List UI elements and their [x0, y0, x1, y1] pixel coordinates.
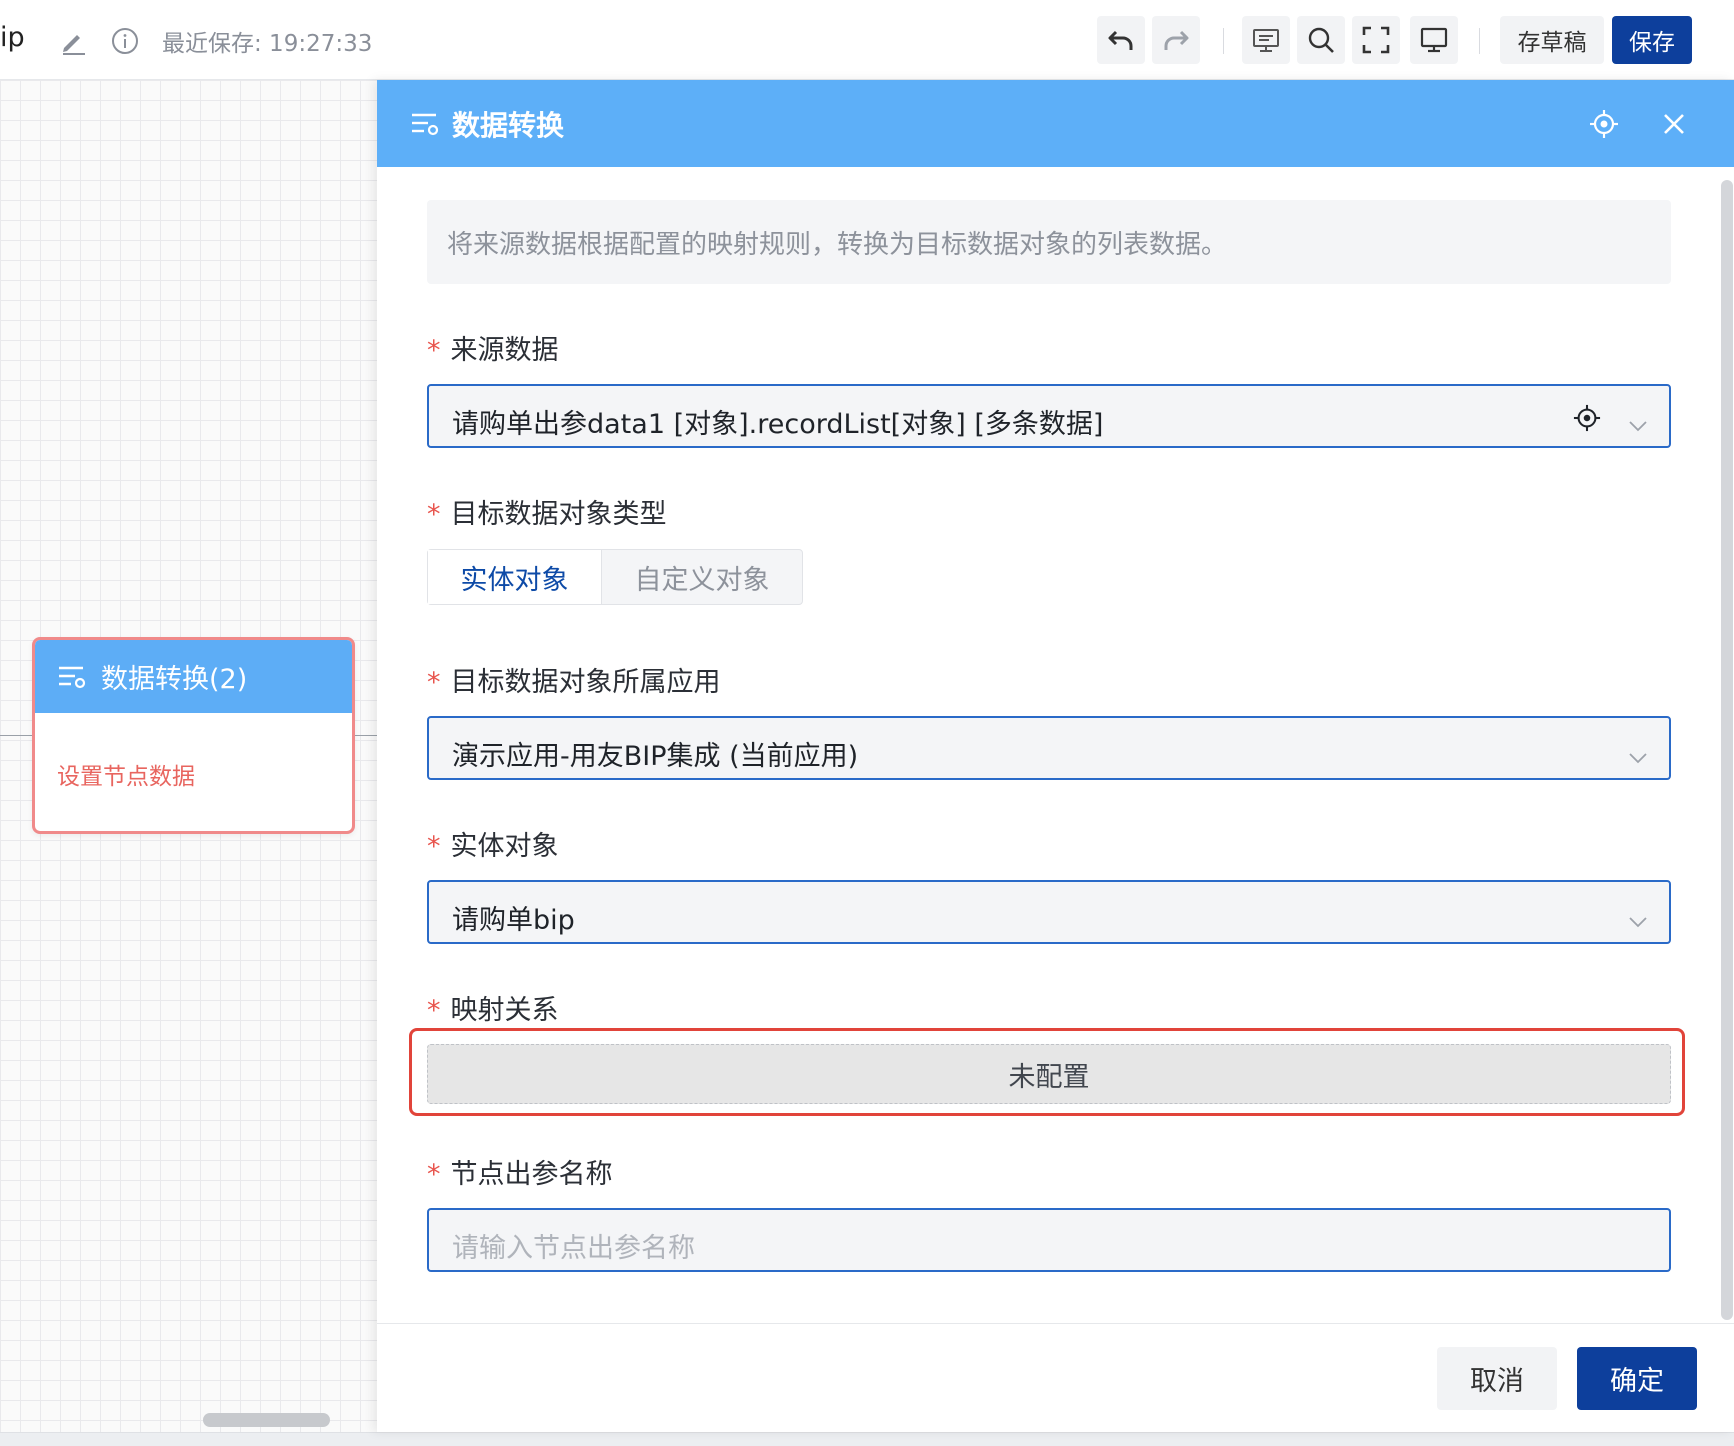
- bottom-strip: [0, 1432, 1734, 1446]
- save-draft-button[interactable]: 存草稿: [1500, 16, 1604, 64]
- node-type-icon: [59, 666, 86, 688]
- edit-icon[interactable]: [58, 26, 88, 56]
- undo-icon: [1108, 30, 1133, 50]
- undo-button[interactable]: [1097, 16, 1145, 64]
- target-type-segmented: 实体对象 自定义对象: [427, 549, 803, 605]
- locate-icon[interactable]: [1589, 109, 1619, 139]
- monitor-button[interactable]: [1410, 16, 1458, 64]
- last-saved-text: 最近保存: 19:27:33: [162, 31, 373, 57]
- source-data-select[interactable]: 请购单出参data1 [对象].recordList[对象] [多条数据]: [427, 384, 1671, 448]
- entity-label: * 实体对象: [427, 831, 559, 862]
- preview-icon: [1253, 29, 1279, 52]
- preview-button[interactable]: [1242, 16, 1290, 64]
- info-icon[interactable]: [111, 27, 139, 55]
- toolbar-divider: [1479, 28, 1480, 54]
- fullscreen-button[interactable]: [1352, 16, 1400, 64]
- flow-title: ip: [0, 22, 25, 53]
- node-type-icon: [412, 113, 439, 135]
- description-box: 将来源数据根据配置的映射规则，转换为目标数据对象的列表数据。: [427, 200, 1671, 284]
- target-app-label: * 目标数据对象所属应用: [427, 667, 721, 698]
- drawer-vertical-scrollbar[interactable]: [1721, 180, 1733, 1320]
- target-app-value: 演示应用-用友BIP集成 (当前应用): [452, 741, 859, 772]
- search-icon: [1308, 27, 1334, 53]
- toolbar-divider: [1223, 28, 1224, 54]
- option-entity-object[interactable]: 实体对象: [428, 550, 602, 604]
- output-name-input[interactable]: 请输入节点出参名称: [427, 1208, 1671, 1272]
- fullscreen-icon: [1362, 26, 1390, 54]
- entity-select[interactable]: 请购单bip: [427, 880, 1671, 944]
- canvas-horizontal-scrollbar[interactable]: [203, 1413, 330, 1427]
- top-toolbar: ip 最近保存: 19:27:33 存草稿 保存: [0, 0, 1734, 80]
- chevron-down-icon: [1629, 740, 1647, 764]
- redo-button[interactable]: [1152, 16, 1200, 64]
- locate-icon[interactable]: [1573, 404, 1601, 432]
- mapping-config-button[interactable]: 未配置: [427, 1044, 1671, 1104]
- flow-node-data-transform[interactable]: 数据转换(2) 设置节点数据: [32, 637, 355, 834]
- save-button[interactable]: 保存: [1612, 16, 1692, 64]
- source-data-value: 请购单出参data1 [对象].recordList[对象] [多条数据]: [452, 409, 1104, 440]
- redo-icon: [1164, 30, 1189, 50]
- target-type-label: * 目标数据对象类型: [427, 499, 667, 530]
- chevron-down-icon: [1629, 408, 1647, 432]
- close-icon[interactable]: [1661, 111, 1687, 137]
- search-button[interactable]: [1297, 16, 1345, 64]
- flow-canvas[interactable]: 数据转换(2) 设置节点数据: [0, 80, 377, 1432]
- target-app-select[interactable]: 演示应用-用友BIP集成 (当前应用): [427, 716, 1671, 780]
- mapping-label: * 映射关系: [427, 995, 559, 1026]
- option-custom-object[interactable]: 自定义对象: [602, 550, 802, 604]
- chevron-down-icon: [1629, 904, 1647, 928]
- output-name-label: * 节点出参名称: [427, 1159, 613, 1190]
- drawer-header: 数据转换: [377, 80, 1734, 167]
- monitor-icon: [1420, 27, 1448, 53]
- confirm-button[interactable]: 确定: [1577, 1347, 1697, 1410]
- cancel-button[interactable]: 取消: [1437, 1347, 1557, 1410]
- node-status-text: 设置节点数据: [57, 764, 195, 790]
- node-title: 数据转换(2): [101, 664, 248, 695]
- node-header: 数据转换(2): [35, 640, 352, 713]
- source-data-label: * 来源数据: [427, 335, 559, 366]
- entity-value: 请购单bip: [452, 905, 575, 936]
- config-drawer: 数据转换 将来源数据根据配置的映射规则，转换为目标数据对象的列表数据。 * 来源数…: [377, 80, 1734, 1432]
- drawer-title: 数据转换: [452, 108, 565, 142]
